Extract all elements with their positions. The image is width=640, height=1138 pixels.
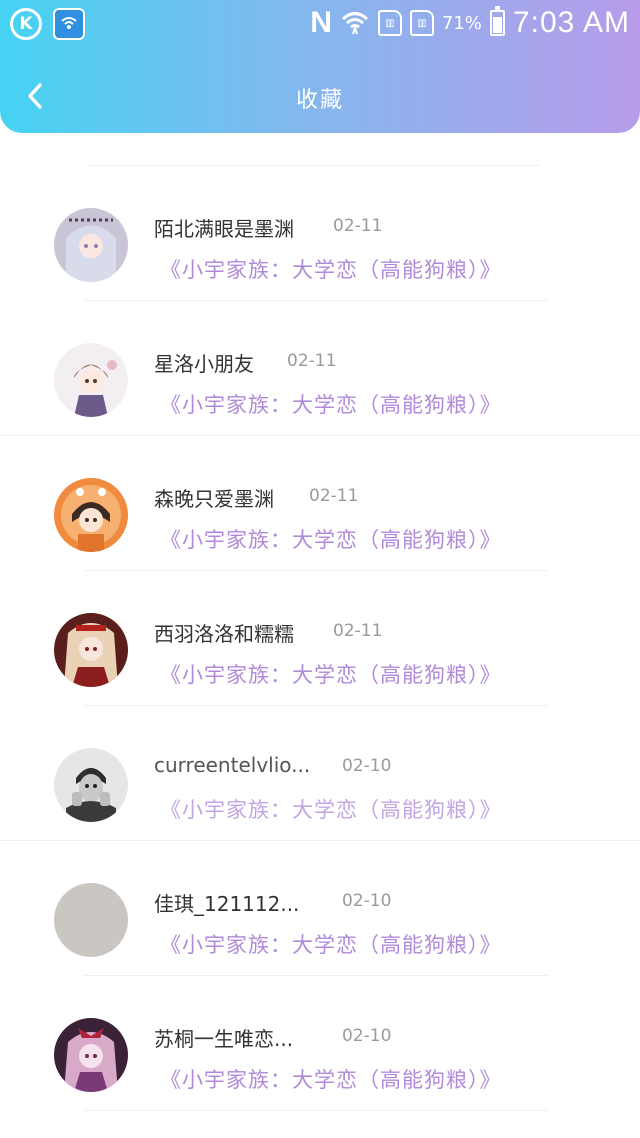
username[interactable]: 苏桐一生唯恋...	[154, 1023, 293, 1052]
nfc-icon: N	[310, 6, 332, 39]
work-title-link[interactable]: 《小宇家族：大学恋（高能狗粮）》	[160, 929, 502, 959]
avatar[interactable]	[54, 208, 128, 282]
list-item[interactable]: 星洛小朋友 02-11 《小宇家族：大学恋（高能狗粮）》	[0, 313, 640, 448]
battery-percent: 71%	[441, 12, 482, 34]
username[interactable]: 森晚只爱墨渊	[154, 483, 274, 512]
list-item[interactable]: 森晚只爱墨渊 02-11 《小宇家族：大学恋（高能狗粮）》	[0, 448, 640, 583]
divider	[84, 975, 548, 976]
list-item[interactable]: 佳琪_121112... 02-10 《小宇家族：大学恋（高能狗粮）》	[0, 853, 640, 988]
list-item[interactable]: 苏桐一生唯恋... 02-10 《小宇家族：大学恋（高能狗粮）》	[0, 988, 640, 1123]
username[interactable]: 陌北满眼是墨渊	[154, 213, 294, 242]
date: 02-11	[309, 486, 359, 506]
date: 02-11	[333, 216, 383, 236]
username[interactable]: 星洛小朋友	[154, 348, 254, 377]
battery-icon	[489, 6, 505, 36]
divider	[88, 165, 540, 166]
clock: 7:03 AM	[512, 6, 630, 39]
avatar[interactable]	[54, 1018, 128, 1092]
list-item[interactable]: curreentelvlio... 02-10 《小宇家族：大学恋（高能狗粮）》	[0, 718, 640, 853]
list-item[interactable]: 陌北满眼是墨渊 02-11 《小宇家族：大学恋（高能狗粮）》	[0, 178, 640, 313]
divider	[0, 435, 640, 436]
k-app-icon: K	[10, 8, 42, 40]
sim2-icon: ▥	[409, 10, 434, 36]
date: 02-10	[342, 1026, 392, 1046]
list-item[interactable]: 西羽洛洛和糯糯 02-11 《小宇家族：大学恋（高能狗粮）》	[0, 583, 640, 718]
wifi-icon	[341, 12, 368, 35]
work-title-link[interactable]: 《小宇家族：大学恋（高能狗粮）》	[160, 794, 502, 824]
avatar[interactable]	[54, 613, 128, 687]
work-title-link[interactable]: 《小宇家族：大学恋（高能狗粮）》	[160, 659, 502, 689]
page-title: 收藏	[295, 88, 344, 113]
avatar[interactable]	[54, 748, 128, 822]
username[interactable]: curreentelvlio...	[154, 753, 310, 777]
sim1-icon: ▥	[377, 10, 402, 36]
divider	[84, 570, 548, 571]
username[interactable]: 佳琪_121112...	[154, 888, 299, 917]
date: 02-11	[333, 621, 383, 641]
status-bar: K N ▥ ▥ 71% 7:03 AM	[0, 0, 640, 46]
divider	[84, 300, 548, 301]
divider	[84, 705, 548, 706]
divider	[0, 840, 640, 841]
avatar[interactable]	[54, 478, 128, 552]
date: 02-10	[342, 891, 392, 911]
date: 02-10	[342, 756, 392, 776]
avatar[interactable]	[54, 343, 128, 417]
work-title-link[interactable]: 《小宇家族：大学恋（高能狗粮）》	[160, 254, 502, 284]
work-title-link[interactable]: 《小宇家族：大学恋（高能狗粮）》	[160, 524, 502, 554]
header-bar: K N ▥ ▥ 71% 7:03 AM 收藏	[0, 0, 640, 133]
work-title-link[interactable]: 《小宇家族：大学恋（高能狗粮）》	[160, 1064, 502, 1094]
wifi-app-icon	[53, 8, 85, 40]
username[interactable]: 西羽洛洛和糯糯	[154, 618, 294, 647]
navbar: 收藏	[0, 60, 640, 132]
avatar[interactable]	[54, 883, 128, 957]
date: 02-11	[287, 351, 337, 371]
work-title-link[interactable]: 《小宇家族：大学恋（高能狗粮）》	[160, 389, 502, 419]
divider	[84, 1110, 548, 1111]
